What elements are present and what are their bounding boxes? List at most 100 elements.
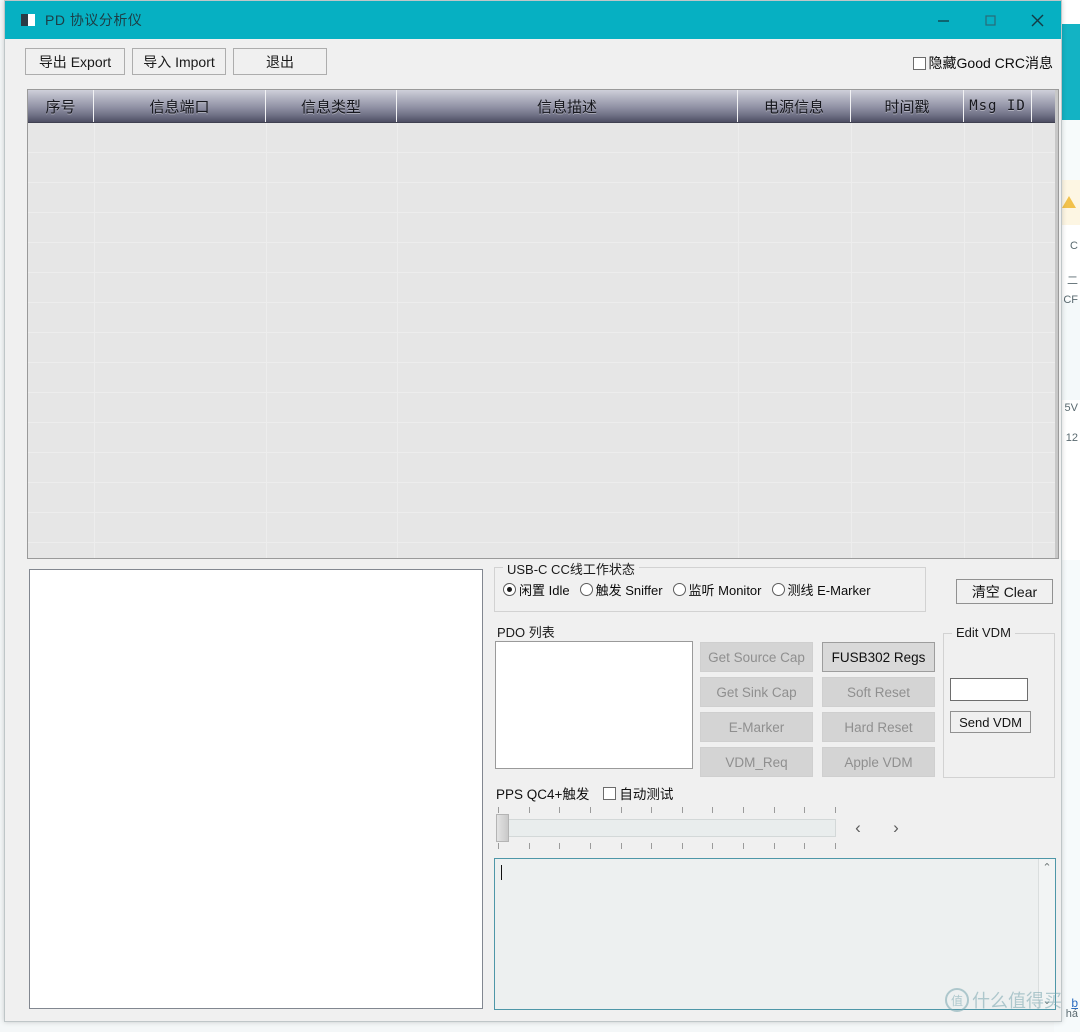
slider-tick [589,807,591,813]
bg-text-4: 12 [1065,432,1078,444]
slider-tick [498,807,499,813]
cc-mode-monitor[interactable]: 监听 Monitor [672,580,762,599]
log-output-panel[interactable] [29,569,483,1009]
slider-tick [773,843,775,849]
table-row[interactable] [28,123,1058,153]
slider-thumb[interactable] [496,814,509,842]
slider-track[interactable] [498,819,836,837]
slider-prev-button[interactable]: ‹ [845,815,871,841]
slider-tick [651,843,653,849]
e-marker-button[interactable]: E-Marker [700,712,813,742]
slider-tick [559,843,561,849]
window-controls [920,1,1061,39]
get-sink-cap-button[interactable]: Get Sink Cap [700,677,813,707]
table-row[interactable] [28,273,1058,303]
hide-goodcrc-checkbox[interactable]: 隐藏Good CRC消息 [912,53,1053,73]
import-button[interactable]: 导入 Import [132,48,226,75]
bg-text-3: 5V [1064,402,1078,414]
export-button[interactable]: 导出 Export [25,48,125,75]
pps-label: PPS QC4+触发 [496,787,590,802]
table-row[interactable] [28,543,1058,558]
message-table[interactable]: 序号 信息端口 信息类型 信息描述 电源信息 时间戳 Msg ID [27,89,1059,559]
console-textarea[interactable]: ⌃ ⌄ [494,858,1056,1010]
scroll-up-icon[interactable]: ⌃ [1039,859,1055,876]
table-header-cell[interactable]: 序号 [28,90,94,122]
table-row[interactable] [28,393,1058,423]
table-body[interactable] [28,123,1058,558]
table-row[interactable] [28,303,1058,333]
table-row[interactable] [28,453,1058,483]
quit-button[interactable]: 退出 [233,48,327,75]
minimize-button[interactable] [920,1,967,39]
window-title: PD 协议分析仪 [45,12,143,28]
slider-tick [834,807,836,813]
radio-idle-icon [503,583,516,596]
cc-mode-idle[interactable]: 闲置 Idle [503,580,570,599]
slider-tick [773,807,775,813]
table-header-cell[interactable]: 时间戳 [851,90,964,122]
slider-tick [498,843,499,849]
background-link[interactable]: b [1071,996,1078,1010]
vdm-input[interactable] [950,678,1028,701]
radio-sniffer-icon [579,583,593,596]
table-row[interactable] [28,363,1058,393]
table-header-cell[interactable]: 电源信息 [738,90,851,122]
table-row[interactable] [28,513,1058,543]
cc-mode-emarker-label: 测线 E-Marker [787,583,871,598]
slider-tick [651,807,653,813]
slider-tick [681,843,683,849]
cc-mode-sniffer[interactable]: 触发 Sniffer [579,580,663,599]
slider-tick [528,807,530,813]
soft-reset-button[interactable]: Soft Reset [822,677,935,707]
pdo-list[interactable] [495,641,693,769]
cc-mode-sniffer-label: 触发 Sniffer [595,583,663,598]
slider-ticks-bottom [498,843,836,849]
slider-tick [712,843,714,849]
send-vdm-button[interactable]: Send VDM [950,711,1031,733]
cc-mode-emarker[interactable]: 测线 E-Marker [771,580,871,599]
table-row[interactable] [28,213,1058,243]
table-row[interactable] [28,333,1058,363]
toolbar: 导出 Export 导入 Import 退出 隐藏Good CRC消息 [5,39,1061,85]
cc-mode-idle-label: 闲置 Idle [519,583,570,598]
pps-slider[interactable] [494,807,838,849]
fusb302-regs-button[interactable]: FUSB302 Regs [822,642,935,672]
radio-emarker-icon [771,583,785,596]
edit-vdm-groupbox: Edit VDM [943,625,1055,778]
clear-button[interactable]: 清空 Clear [956,579,1053,604]
table-header-cell[interactable]: 信息类型 [266,90,397,122]
bg-text-2: CF [1063,294,1078,306]
slider-tick [620,807,622,813]
auto-test-checkbox[interactable]: 自动测试 [603,783,673,803]
text-caret [501,865,502,880]
table-row[interactable] [28,423,1058,453]
table-row[interactable] [28,243,1058,273]
slider-ticks-top [498,807,836,813]
hard-reset-button[interactable]: Hard Reset [822,712,935,742]
apple-vdm-button[interactable]: Apple VDM [822,747,935,777]
table-header-cell[interactable] [1032,90,1057,122]
table-gridline [1032,123,1033,558]
slider-tick [620,843,622,849]
table-header-cell[interactable]: 信息端口 [94,90,266,122]
scroll-down-icon[interactable]: ⌄ [1039,992,1055,1009]
title-bar[interactable]: PD 协议分析仪 [5,1,1061,39]
table-row[interactable] [28,153,1058,183]
table-header-cell[interactable]: 信息描述 [397,90,738,122]
vdm-req-button[interactable]: VDM_Req [700,747,813,777]
table-gridline [397,123,398,558]
table-gridline [738,123,739,558]
close-button[interactable] [1014,1,1061,39]
table-vertical-scrollbar[interactable] [1055,90,1058,558]
slider-next-button[interactable]: › [883,815,909,841]
slider-tick [589,843,591,849]
table-row[interactable] [28,183,1058,213]
radio-monitor-icon [672,583,686,596]
get-source-cap-button[interactable]: Get Source Cap [700,642,813,672]
console-scrollbar[interactable]: ⌃ ⌄ [1038,859,1055,1009]
table-header-cell[interactable]: Msg ID [964,90,1032,122]
maximize-button[interactable] [967,1,1014,39]
slider-tick [743,843,744,849]
table-row[interactable] [28,483,1058,513]
slider-tick [834,843,836,849]
